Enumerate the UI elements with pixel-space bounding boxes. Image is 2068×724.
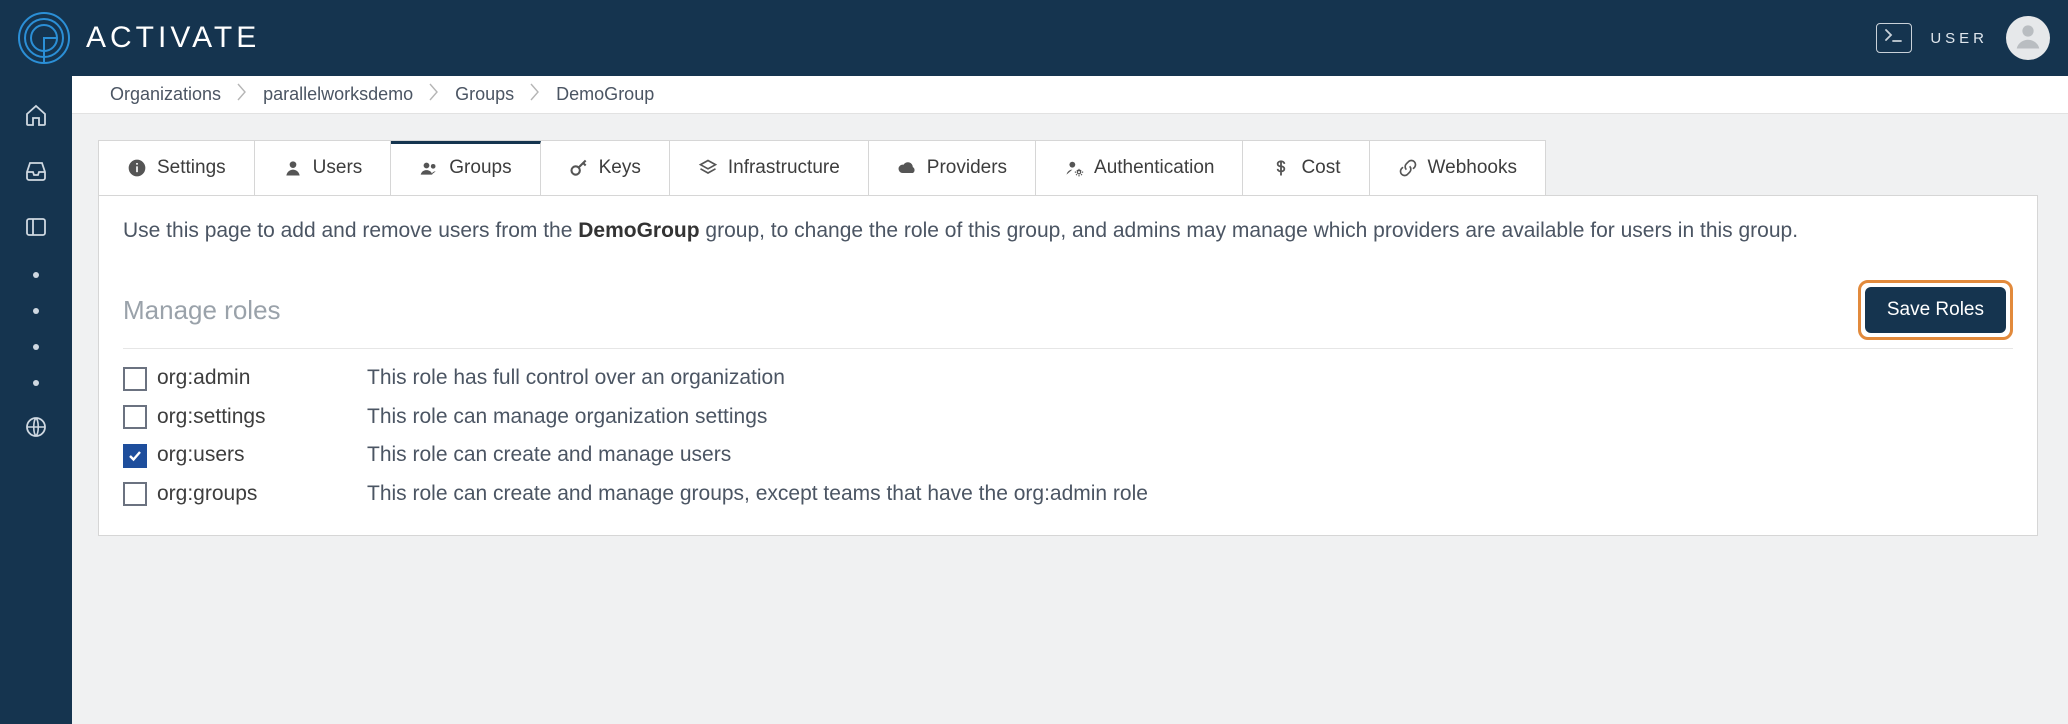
intro-prefix: Use this page to add and remove users fr… xyxy=(123,219,578,242)
tab-label: Providers xyxy=(927,157,1007,179)
role-name: org:users xyxy=(157,440,367,470)
tab-users[interactable]: Users xyxy=(255,141,392,195)
sidebar-home[interactable] xyxy=(23,104,49,130)
tab-label: Users xyxy=(313,157,363,179)
save-roles-button[interactable]: Save Roles xyxy=(1865,287,2006,333)
sidebar-dot-1[interactable] xyxy=(33,272,39,278)
role-checkbox-org-admin[interactable] xyxy=(123,367,147,391)
role-name: org:admin xyxy=(157,363,367,393)
home-icon xyxy=(24,103,48,132)
terminal-button[interactable] xyxy=(1876,23,1912,53)
avatar[interactable] xyxy=(2006,16,2050,60)
sidebar-globe[interactable] xyxy=(23,416,49,442)
roles-list: org:admin This role has full control ove… xyxy=(123,363,2013,509)
tab-authentication[interactable]: Authentication xyxy=(1036,141,1243,195)
dollar-icon xyxy=(1271,158,1291,178)
logo-text: ACTIVATE xyxy=(86,21,260,55)
chevron-right-icon xyxy=(237,83,247,106)
sidebar-dot-3[interactable] xyxy=(33,344,39,350)
user-gear-icon xyxy=(1064,158,1084,178)
roles-title: Manage roles xyxy=(123,292,281,330)
layers-icon xyxy=(698,158,718,178)
role-checkbox-org-settings[interactable] xyxy=(123,405,147,429)
terminal-icon xyxy=(1885,29,1903,48)
role-desc: This role can manage organization settin… xyxy=(367,402,767,432)
role-name: org:groups xyxy=(157,479,367,509)
tab-label: Keys xyxy=(599,157,641,179)
logo[interactable]: ACTIVATE xyxy=(18,12,260,64)
cloud-icon xyxy=(897,158,917,178)
breadcrumb-org-name[interactable]: parallelworksdemo xyxy=(249,84,427,105)
role-desc: This role has full control over an organ… xyxy=(367,363,785,393)
info-icon xyxy=(127,158,147,178)
role-row: org:groups This role can create and mana… xyxy=(123,479,2013,509)
sidebar-panel[interactable] xyxy=(23,216,49,242)
breadcrumb-group-name[interactable]: DemoGroup xyxy=(542,84,668,105)
breadcrumb: Organizations parallelworksdemo Groups D… xyxy=(72,76,2068,114)
check-icon xyxy=(127,448,143,464)
inbox-icon xyxy=(24,159,48,188)
role-row: org:users This role can create and manag… xyxy=(123,440,2013,470)
key-icon xyxy=(569,158,589,178)
app-header: ACTIVATE USER xyxy=(0,0,2068,76)
intro-suffix: group, to change the role of this group,… xyxy=(700,219,1798,242)
tab-label: Cost xyxy=(1301,157,1340,179)
user-label: USER xyxy=(1930,30,1988,47)
role-checkbox-org-users[interactable] xyxy=(123,444,147,468)
tab-bar: Settings Users Groups Keys Infrastructur… xyxy=(98,140,1546,195)
sidebar-dot-2[interactable] xyxy=(33,308,39,314)
sidebar-inbox[interactable] xyxy=(23,160,49,186)
tab-label: Groups xyxy=(449,157,511,179)
chevron-right-icon xyxy=(429,83,439,106)
user-icon xyxy=(283,158,303,178)
tab-providers[interactable]: Providers xyxy=(869,141,1036,195)
role-checkbox-org-groups[interactable] xyxy=(123,482,147,506)
tab-label: Settings xyxy=(157,157,226,179)
chevron-right-icon xyxy=(530,83,540,106)
role-desc: This role can create and manage groups, … xyxy=(367,479,1148,509)
tab-label: Infrastructure xyxy=(728,157,840,179)
users-icon xyxy=(419,158,439,178)
user-icon xyxy=(2013,21,2043,56)
tab-webhooks[interactable]: Webhooks xyxy=(1370,141,1545,195)
tab-panel: Use this page to add and remove users fr… xyxy=(98,195,2038,536)
tab-keys[interactable]: Keys xyxy=(541,141,670,195)
tab-label: Webhooks xyxy=(1428,157,1517,179)
tab-groups[interactable]: Groups xyxy=(391,141,540,195)
sidebar xyxy=(0,76,72,724)
breadcrumb-organizations[interactable]: Organizations xyxy=(96,84,235,105)
tab-cost[interactable]: Cost xyxy=(1243,141,1369,195)
intro-group-name: DemoGroup xyxy=(578,219,699,242)
tab-label: Authentication xyxy=(1094,157,1214,179)
globe-icon xyxy=(24,415,48,444)
role-row: org:admin This role has full control ove… xyxy=(123,363,2013,393)
save-roles-highlight: Save Roles xyxy=(1858,280,2013,340)
role-row: org:settings This role can manage organi… xyxy=(123,402,2013,432)
link-icon xyxy=(1398,158,1418,178)
role-name: org:settings xyxy=(157,402,367,432)
tab-settings[interactable]: Settings xyxy=(99,141,255,195)
intro-text: Use this page to add and remove users fr… xyxy=(123,216,2013,246)
main-content: Organizations parallelworksdemo Groups D… xyxy=(72,76,2068,724)
logo-icon xyxy=(18,12,70,64)
tab-infrastructure[interactable]: Infrastructure xyxy=(670,141,869,195)
sidebar-dot-4[interactable] xyxy=(33,380,39,386)
role-desc: This role can create and manage users xyxy=(367,440,731,470)
panel-icon xyxy=(24,215,48,244)
breadcrumb-groups[interactable]: Groups xyxy=(441,84,528,105)
